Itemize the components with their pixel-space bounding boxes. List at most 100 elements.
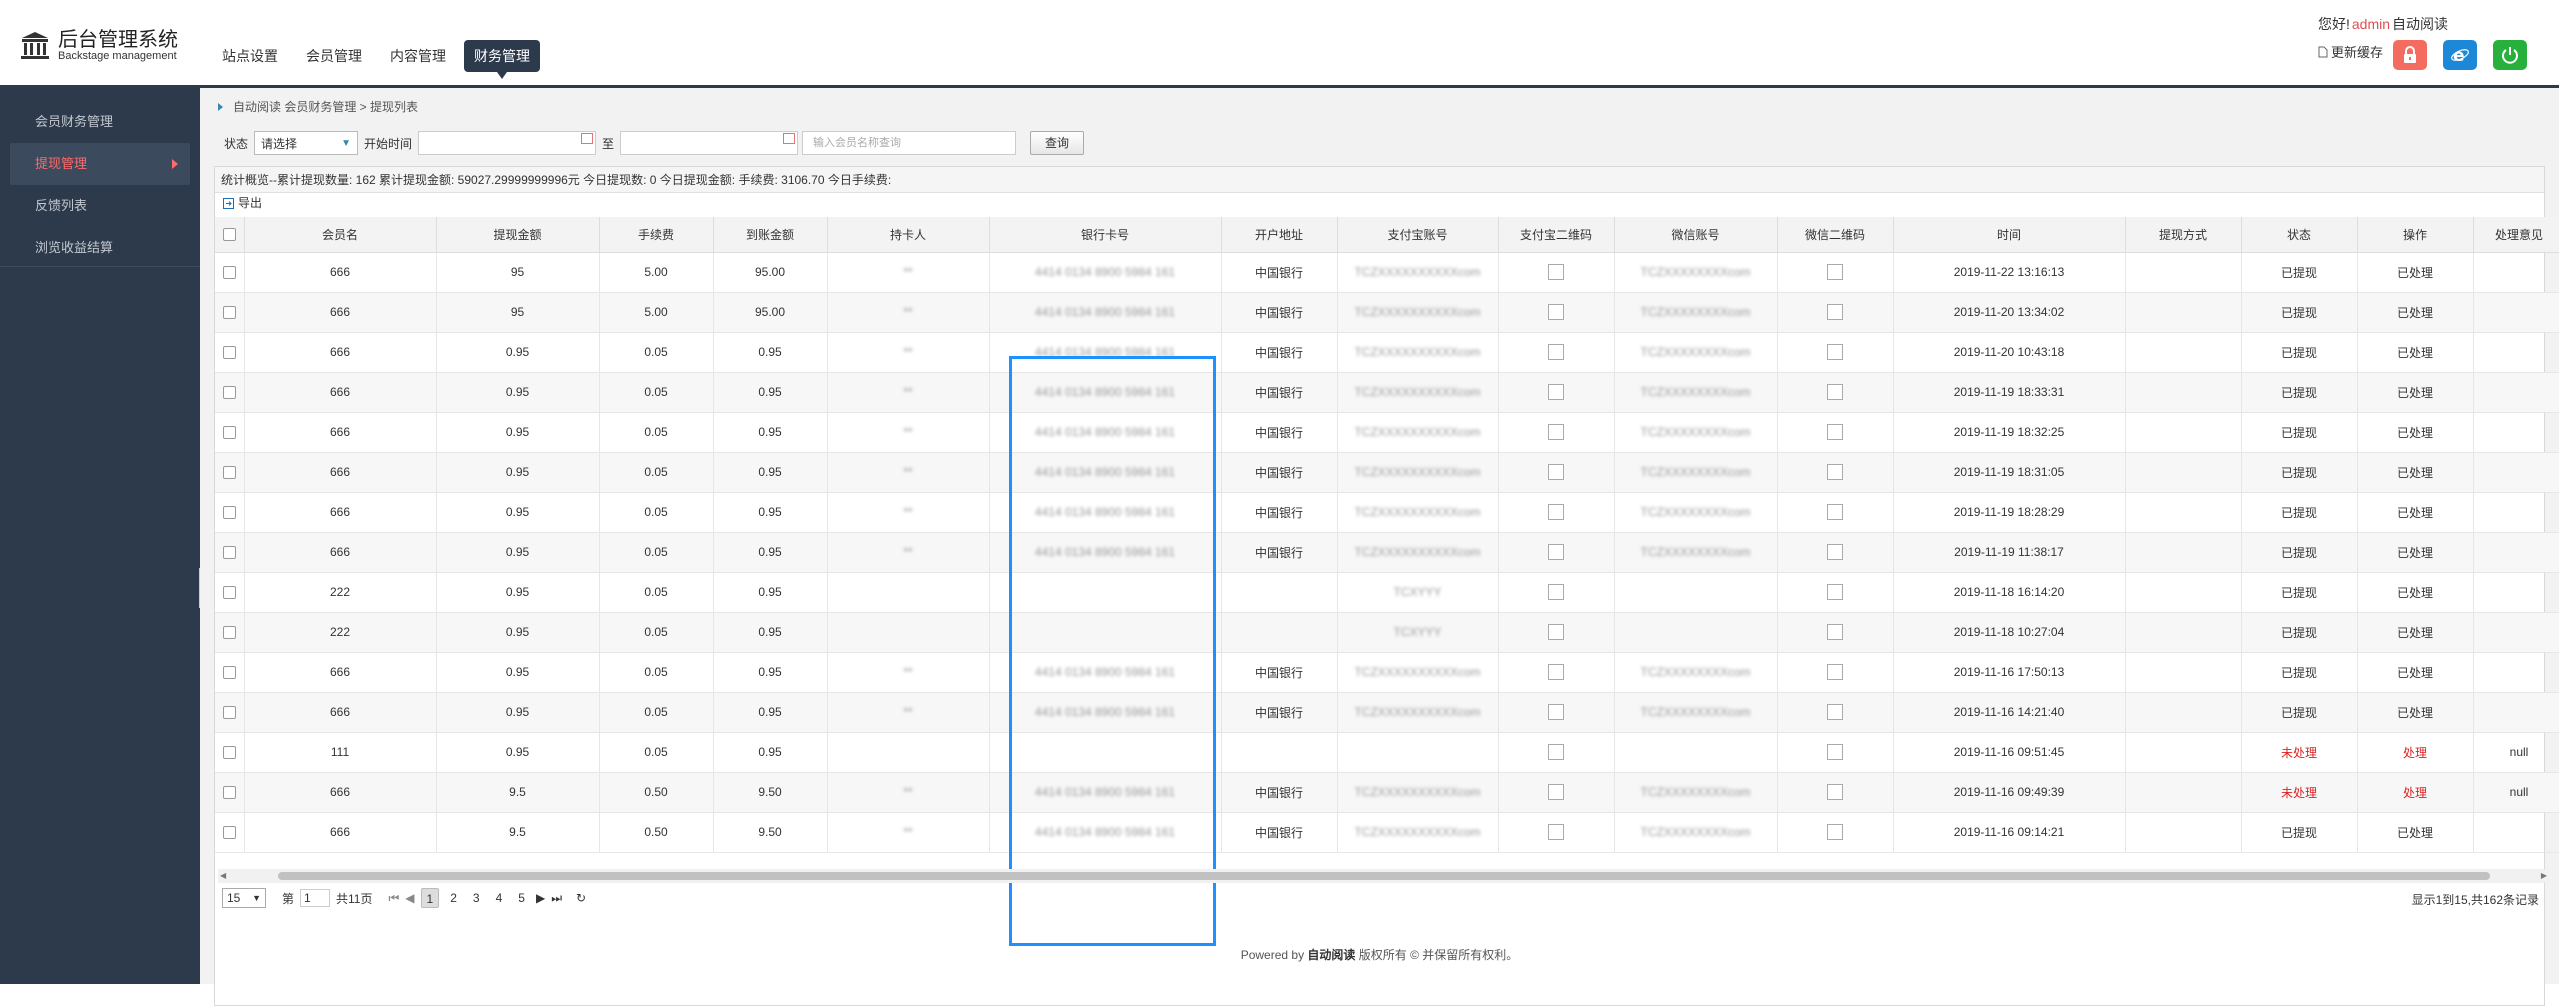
qr-image-icon[interactable] <box>1548 264 1564 280</box>
status-select[interactable]: 请选择 ▼ <box>254 131 359 155</box>
browser-button[interactable]: e <box>2443 40 2477 70</box>
qr-image-icon[interactable] <box>1827 744 1843 760</box>
table-row[interactable]: 666 0.95 0.05 0.95 ** 4414 0134 8900 5984 161… <box>215 692 2559 733</box>
qr-image-icon[interactable] <box>1548 304 1564 320</box>
row-checkbox[interactable] <box>222 786 236 800</box>
table-row[interactable]: 666 0.95 0.05 0.95 ** 4414 0134 8900 5984 161… <box>215 532 2559 573</box>
page-link[interactable]: 3 <box>468 888 485 908</box>
scroll-left-icon[interactable]: ◀ <box>220 871 226 880</box>
qr-image-icon[interactable] <box>1827 384 1843 400</box>
column-header[interactable]: 持卡人 <box>827 217 990 253</box>
sidebar-item-feedback[interactable]: 反馈列表 <box>0 185 200 227</box>
table-row[interactable]: 666 0.95 0.05 0.95 ** 4414 0134 8900 5984 161… <box>215 412 2559 453</box>
table-row[interactable]: 666 95 5.00 95.00 ** 4414 0134 8900 5984 161 中… <box>215 292 2559 333</box>
qr-image-icon[interactable] <box>1827 664 1843 680</box>
operation-text[interactable]: 已处理 <box>2397 386 2433 400</box>
row-checkbox[interactable] <box>222 506 236 520</box>
calendar-icon[interactable] <box>581 133 594 144</box>
operation-text[interactable]: 已处理 <box>2397 586 2433 600</box>
username-link[interactable]: admin <box>2352 16 2390 32</box>
qr-image-icon[interactable] <box>1827 424 1843 440</box>
table-row[interactable]: 666 9.5 0.50 9.50 ** 4414 0134 8900 5984 161 中… <box>215 772 2559 813</box>
nav-content-management[interactable]: 内容管理 <box>380 40 456 72</box>
table-row[interactable]: 666 0.95 0.05 0.95 ** 4414 0134 8900 5984 161… <box>215 332 2559 373</box>
operation-text[interactable]: 已处理 <box>2397 306 2433 320</box>
operation-text[interactable]: 已处理 <box>2397 266 2433 280</box>
column-header[interactable]: 提现金额 <box>436 217 600 253</box>
operation-text[interactable]: 已处理 <box>2397 426 2433 440</box>
qr-image-icon[interactable] <box>1827 264 1843 280</box>
column-header[interactable]: 银行卡号 <box>989 217 1222 253</box>
column-header[interactable]: 处理意见 <box>2473 217 2559 253</box>
table-row[interactable]: 666 0.95 0.05 0.95 ** 4414 0134 8900 5984 161… <box>215 652 2559 693</box>
qr-image-icon[interactable] <box>1827 824 1843 840</box>
row-checkbox[interactable] <box>222 266 236 280</box>
qr-image-icon[interactable] <box>1548 424 1564 440</box>
row-checkbox[interactable] <box>222 746 236 760</box>
clear-cache-link[interactable]: 更新缓存 <box>2318 42 2383 61</box>
nav-finance-management[interactable]: 财务管理 <box>464 40 540 79</box>
column-header[interactable]: 提现方式 <box>2125 217 2242 253</box>
qr-image-icon[interactable] <box>1827 544 1843 560</box>
horizontal-scrollbar[interactable]: ◀ ▶ <box>218 869 2549 883</box>
refresh-icon[interactable]: ↻ <box>576 891 586 905</box>
table-row[interactable]: 222 0.95 0.05 0.95 TCXYYY 2019-11-18 16:14:20… <box>215 572 2559 613</box>
end-time-input[interactable] <box>620 131 799 155</box>
member-search-input[interactable]: 输入会员名称查询 <box>802 131 1017 155</box>
operation-text[interactable]: 已处理 <box>2397 546 2433 560</box>
qr-image-icon[interactable] <box>1827 464 1843 480</box>
qr-image-icon[interactable] <box>1827 624 1843 640</box>
row-checkbox[interactable] <box>222 306 236 320</box>
operation-text[interactable]: 已处理 <box>2397 506 2433 520</box>
qr-image-icon[interactable] <box>1548 784 1564 800</box>
qr-image-icon[interactable] <box>1548 624 1564 640</box>
sidebar-item-member-finance[interactable]: 会员财务管理 <box>0 101 200 143</box>
nav-site-settings[interactable]: 站点设置 <box>212 40 288 72</box>
table-row[interactable]: 666 9.5 0.50 9.50 ** 4414 0134 8900 5984 161 中… <box>215 812 2559 853</box>
table-row[interactable]: 111 0.95 0.05 0.95 2019-11-16 09:51:45 未处理 处理 n… <box>215 732 2559 773</box>
nav-member-management[interactable]: 会员管理 <box>296 40 372 72</box>
sidebar-item-withdrawal[interactable]: 提现管理 <box>10 143 190 185</box>
qr-image-icon[interactable] <box>1827 344 1843 360</box>
page-link[interactable]: 2 <box>445 888 462 908</box>
column-header[interactable]: 会员名 <box>244 217 437 253</box>
operation-text[interactable]: 已处理 <box>2397 346 2433 360</box>
row-checkbox[interactable] <box>222 386 236 400</box>
lock-button[interactable] <box>2393 40 2427 70</box>
scroll-right-icon[interactable]: ▶ <box>2541 871 2547 880</box>
row-checkbox[interactable] <box>222 546 236 560</box>
calendar-icon[interactable] <box>783 133 796 144</box>
column-header[interactable]: 支付宝二维码 <box>1498 217 1615 253</box>
start-time-input[interactable] <box>418 131 597 155</box>
query-button[interactable]: 查询 <box>1030 131 1085 155</box>
operation-text[interactable]: 处理 <box>2403 786 2427 800</box>
column-header[interactable]: 状态 <box>2241 217 2358 253</box>
row-checkbox[interactable] <box>222 706 236 720</box>
qr-image-icon[interactable] <box>1827 504 1843 520</box>
row-checkbox[interactable] <box>222 666 236 680</box>
qr-image-icon[interactable] <box>1548 704 1564 720</box>
qr-image-icon[interactable] <box>1548 584 1564 600</box>
operation-text[interactable]: 已处理 <box>2397 466 2433 480</box>
first-page-icon[interactable]: ⏮ <box>388 891 399 906</box>
row-checkbox[interactable] <box>222 426 236 440</box>
table-row[interactable]: 666 0.95 0.05 0.95 ** 4414 0134 8900 5984 161… <box>215 372 2559 413</box>
table-row[interactable]: 666 0.95 0.05 0.95 ** 4414 0134 8900 5984 161… <box>215 452 2559 493</box>
qr-image-icon[interactable] <box>1548 744 1564 760</box>
qr-image-icon[interactable] <box>1548 664 1564 680</box>
qr-image-icon[interactable] <box>1827 584 1843 600</box>
operation-text[interactable]: 已处理 <box>2397 626 2433 640</box>
scrollbar-thumb[interactable] <box>278 872 2490 880</box>
row-checkbox[interactable] <box>222 826 236 840</box>
qr-image-icon[interactable] <box>1827 704 1843 720</box>
column-header[interactable]: 开户地址 <box>1221 217 1338 253</box>
column-header[interactable]: 到账金额 <box>713 217 828 253</box>
select-all-checkbox[interactable] <box>222 228 236 242</box>
qr-image-icon[interactable] <box>1548 384 1564 400</box>
qr-image-icon[interactable] <box>1827 304 1843 320</box>
row-checkbox[interactable] <box>222 626 236 640</box>
column-header[interactable]: 支付宝账号 <box>1337 217 1499 253</box>
operation-text[interactable]: 已处理 <box>2397 706 2433 720</box>
row-checkbox[interactable] <box>222 346 236 360</box>
column-header[interactable]: 手续费 <box>599 217 714 253</box>
